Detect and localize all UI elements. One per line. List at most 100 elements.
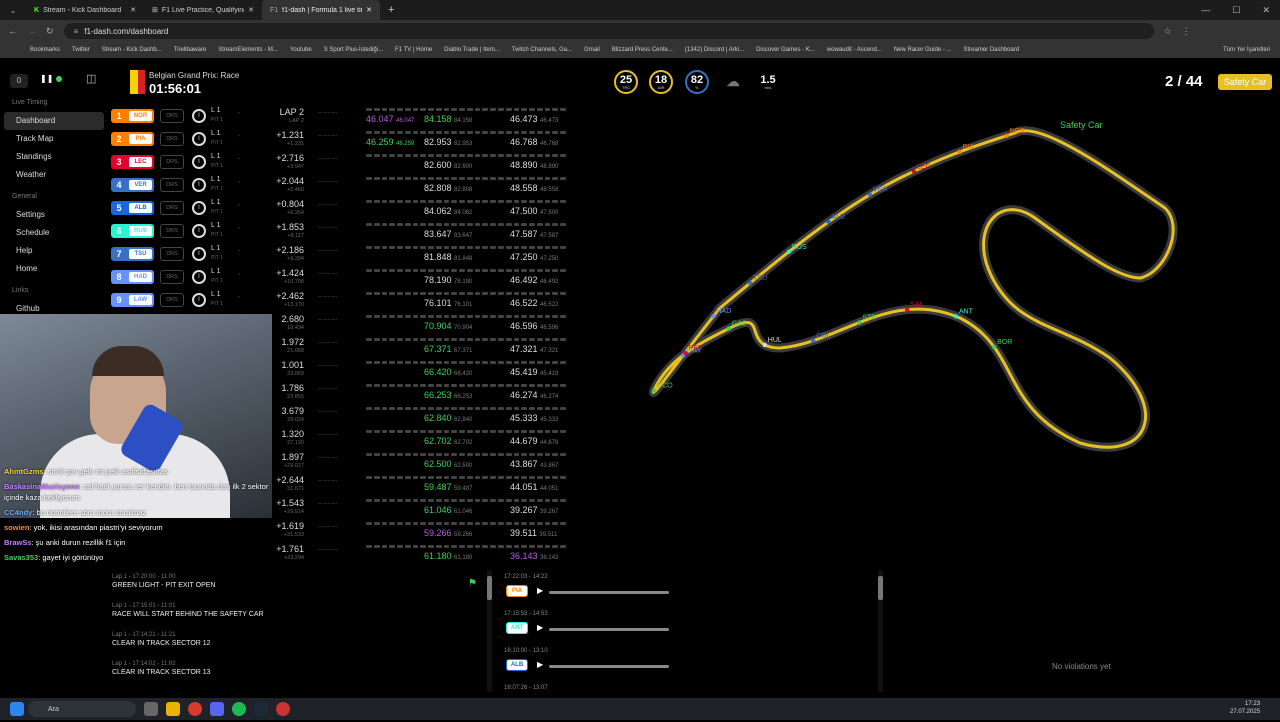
tab-label: F1 Live Practice, Qualifying and [161, 6, 245, 14]
start-icon[interactable] [10, 702, 24, 716]
sidebar-item-settings[interactable]: Settings [4, 206, 104, 224]
steam-icon[interactable] [254, 702, 268, 716]
laps-on-tyre: L 1 [211, 130, 221, 137]
file-explorer-icon[interactable] [144, 702, 158, 716]
driver-row[interactable]: 8 HAD DRS I L 1 PIT 1 - +1.424 +10.708 -- --- ---… [108, 267, 578, 290]
sidebar-item-standings[interactable]: Standings [4, 148, 104, 166]
discord-icon[interactable] [210, 702, 224, 716]
sector3-time: 44.051 44.051 [510, 482, 559, 492]
chrome-icon[interactable] [188, 702, 202, 716]
tab-label: f1-dash | Formula 1 live timing [282, 6, 362, 14]
driver-row[interactable]: 9 LAW DRS I L 1 PIT 1 - +2.462 +13.170 -- --- ---… [108, 290, 578, 313]
chat-text: : yok, ikisi arasından piastri'yi seviyo… [29, 523, 163, 532]
sidebar-item-help[interactable]: Help [4, 242, 104, 260]
audio-progress[interactable] [549, 628, 669, 631]
sector3-time: 46.492 46.492 [510, 275, 559, 285]
new-tab-button[interactable]: + [380, 4, 394, 16]
close-icon[interactable]: ✕ [248, 6, 254, 14]
close-icon[interactable]: ✕ [130, 6, 136, 14]
bookmark-item[interactable]: Stream - Kick Dashb... [102, 47, 162, 53]
close-window-icon[interactable]: ✕ [1262, 5, 1270, 16]
driver-row[interactable]: 2 PIA DRS I L 1 PIT 1 - +1.231 +1.231 -- --- --- 4… [108, 129, 578, 152]
chat-message: CC4ndy: bu nonnilere soru moru sorulmaz [0, 505, 290, 520]
bookmark-item[interactable]: Discover Games - K... [756, 47, 815, 53]
info-dash: - [238, 133, 241, 140]
live-indicator [56, 76, 62, 82]
radio-scrollbar[interactable] [878, 570, 883, 692]
url-field[interactable]: ≡ f1-dash.com/dashboard [63, 23, 1154, 39]
bookmark-item[interactable]: Youtube [290, 47, 312, 53]
safety-car-label: Safety Car [1060, 120, 1103, 130]
tab-f1-dash[interactable]: F1f1-dash | Formula 1 live timing ✕ [262, 0, 380, 20]
bookmark-item[interactable]: Gmail [584, 47, 600, 53]
sidebar-item-track-map[interactable]: Track Map [4, 130, 104, 148]
sidebar-item-home[interactable]: Home [4, 260, 104, 278]
bookmark-item[interactable]: Twitter [72, 47, 90, 53]
bookmark-item[interactable]: (1342) Discord | Arki... [685, 47, 744, 53]
reload-icon[interactable]: ↻ [46, 26, 54, 37]
pit-count: PIT 1 [211, 209, 223, 215]
tyre-icon: I [192, 109, 206, 123]
drs-indicator: DRS [160, 132, 184, 146]
tyre-icon: I [192, 132, 206, 146]
spotify-icon[interactable] [232, 702, 246, 716]
bookmark-item[interactable]: Diablo Trade | Item... [444, 47, 500, 53]
driver-row[interactable]: 4 VER DRS I L 1 PIT 1- +2.044 +5.460 -- --- --- … [108, 175, 578, 198]
race-control-scrollbar[interactable] [487, 570, 492, 692]
maximize-icon[interactable]: ☐ [1232, 5, 1240, 16]
pause-icon[interactable]: ❚❚ [40, 74, 53, 83]
sidebar-toggle-icon[interactable]: ◫ [86, 72, 96, 85]
all-bookmarks[interactable]: Tüm Yer İşaretleri [1223, 47, 1280, 53]
radio-entry: 16:10:00 - 13:10 ALB ▶ [504, 648, 874, 685]
bookmark-item[interactable]: Twitch Channels, Ga... [512, 47, 572, 53]
lap-time-placeholder: -- --- --- [318, 547, 338, 553]
bookmark-item[interactable]: Triellbaware [174, 47, 206, 53]
forward-icon[interactable]: → [27, 26, 36, 36]
info-dash: - [238, 294, 241, 301]
driver-row[interactable]: 3 LEC DRS I L 1 PIT 1- +2.716 +3.947 -- --- --- … [108, 152, 578, 175]
driver-row[interactable]: 6 RUS DRS I L 1 PIT 1- +1.853 +8.117 -- --- --- … [108, 221, 578, 244]
audio-progress[interactable] [549, 665, 669, 668]
bookmark-item[interactable]: S Sport Plus-İstediği... [324, 47, 383, 53]
lap-time-placeholder: -- --- --- [318, 248, 338, 254]
sidebar-item-dashboard[interactable]: Dashboard [4, 112, 104, 130]
driver-row[interactable]: 5 ALB DRS I L 1 PIT 1- +0.804 +6.264 -- --- --- … [108, 198, 578, 221]
play-icon[interactable]: ▶ [537, 623, 543, 632]
driver-row[interactable]: 1 NOR DRS I L 1 PIT 1 - -- --- --- 46.047 46.047… [108, 106, 578, 129]
back-icon[interactable]: ← [8, 26, 17, 36]
system-clock[interactable]: 17:23 27.07.2025 [1230, 700, 1260, 716]
delay-counter[interactable]: 0 [10, 74, 28, 88]
tab-list-icon[interactable]: ⌄ [0, 6, 26, 15]
info-dash: - [238, 110, 241, 117]
lap-counter: 2 / 44 [1165, 73, 1203, 90]
site-info-icon[interactable]: ≡ [74, 27, 79, 36]
audio-progress[interactable] [549, 591, 669, 594]
obs-icon[interactable] [276, 702, 290, 716]
play-icon[interactable]: ▶ [537, 660, 543, 669]
minimize-icon[interactable]: — [1201, 5, 1210, 16]
driver-row[interactable]: 7 TSU DRS I L 1 PIT 1- +2.186 +9.284 -- --- --- … [108, 244, 578, 267]
menu-icon[interactable]: ⋮ [1182, 26, 1191, 37]
pit-count: PIT 1 [211, 278, 223, 284]
close-icon[interactable]: ✕ [366, 6, 372, 14]
bookmark-item[interactable]: StreamElements - M... [218, 47, 278, 53]
sector2-time: 62.500 62.500 [424, 459, 473, 469]
bookmark-item[interactable]: Bookmarks [30, 47, 60, 53]
lap-time-placeholder: -- --- --- [318, 524, 338, 530]
sidebar-item-schedule[interactable]: Schedule [4, 224, 104, 242]
star-icon[interactable]: ☆ [1164, 26, 1172, 37]
bookmark-item[interactable]: Blizzard Press Cente... [612, 47, 673, 53]
sidebar-item-weather[interactable]: Weather [4, 166, 104, 184]
bookmark-item[interactable]: Streamer Dashboard [964, 47, 1020, 53]
bookmark-item[interactable]: wowaudit - Ascend... [827, 47, 882, 53]
sector3-time: 46.768 46.768 [510, 137, 559, 147]
bookmark-item[interactable]: New Racer Guide - ... [894, 47, 952, 53]
bookmark-item[interactable]: F1 TV | Home [395, 47, 432, 53]
taskbar-search[interactable]: Ara [28, 701, 136, 717]
tab-kick[interactable]: K Stream - Kick Dashboard ✕ [26, 0, 144, 20]
tab-f1-live[interactable]: ⊞F1 Live Practice, Qualifying and✕ [144, 0, 262, 20]
play-icon[interactable]: ▶ [537, 586, 543, 595]
gap-to-leader: +2.462 [276, 291, 304, 301]
folder-icon[interactable] [166, 702, 180, 716]
sector2-time: 82.600 82.600 [424, 160, 473, 170]
